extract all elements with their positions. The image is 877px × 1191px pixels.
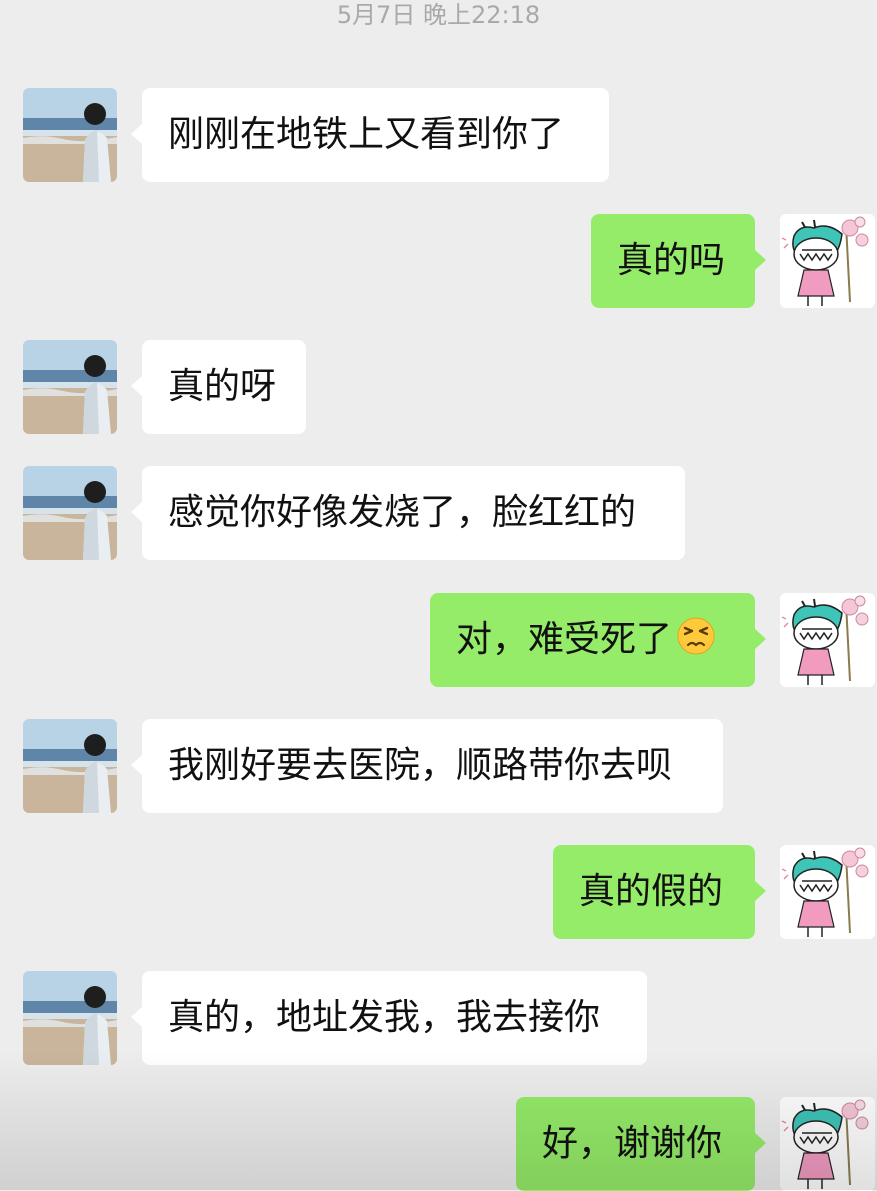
cartoon-girl-avatar[interactable] xyxy=(780,214,875,308)
message-bubble[interactable]: 感觉你好像发烧了，脸红红的 xyxy=(131,466,685,560)
message-row: 好，谢谢你 xyxy=(0,1097,877,1191)
message-bubble[interactable]: 对，难受死了 xyxy=(430,593,766,687)
message-bubble[interactable]: 真的假的 xyxy=(553,845,766,939)
beach-person-avatar[interactable] xyxy=(23,466,117,560)
persevering-face-emoji xyxy=(677,617,715,655)
message-row: 感觉你好像发烧了，脸红红的 xyxy=(0,466,877,560)
message-row: 真的假的 xyxy=(0,845,877,939)
cartoon-girl-avatar[interactable] xyxy=(780,845,875,939)
cartoon-girl-avatar[interactable] xyxy=(780,593,875,687)
message-row: 对，难受死了 xyxy=(0,593,877,687)
beach-person-avatar[interactable] xyxy=(23,719,117,813)
message-row: 刚刚在地铁上又看到你了 xyxy=(0,88,877,182)
message-bubble[interactable]: 好，谢谢你 xyxy=(516,1097,766,1191)
message-bubble[interactable]: 我刚好要去医院，顺路带你去呗 xyxy=(131,719,723,813)
cartoon-girl-avatar[interactable] xyxy=(780,1097,875,1191)
message-bubble[interactable]: 刚刚在地铁上又看到你了 xyxy=(131,88,609,182)
message-row: 真的吗 xyxy=(0,214,877,308)
message-row: 真的呀 xyxy=(0,340,877,434)
message-bubble[interactable]: 真的吗 xyxy=(591,214,766,308)
message-row: 我刚好要去医院，顺路带你去呗 xyxy=(0,719,877,813)
message-row: 真的，地址发我，我去接你 xyxy=(0,971,877,1065)
beach-person-avatar[interactable] xyxy=(23,88,117,182)
message-timestamp: 5月7日 晚上22:18 xyxy=(336,1,541,29)
message-text: 对，难受死了 xyxy=(456,619,673,660)
beach-person-avatar[interactable] xyxy=(23,971,117,1065)
message-bubble[interactable]: 真的呀 xyxy=(131,340,306,434)
beach-person-avatar[interactable] xyxy=(23,340,117,434)
message-bubble[interactable]: 真的，地址发我，我去接你 xyxy=(131,971,647,1065)
chat-view[interactable]: 5月7日 晚上22:18 刚刚在地铁上又看到你了 真的吗 真的呀 感觉你好像发烧… xyxy=(0,0,877,1191)
